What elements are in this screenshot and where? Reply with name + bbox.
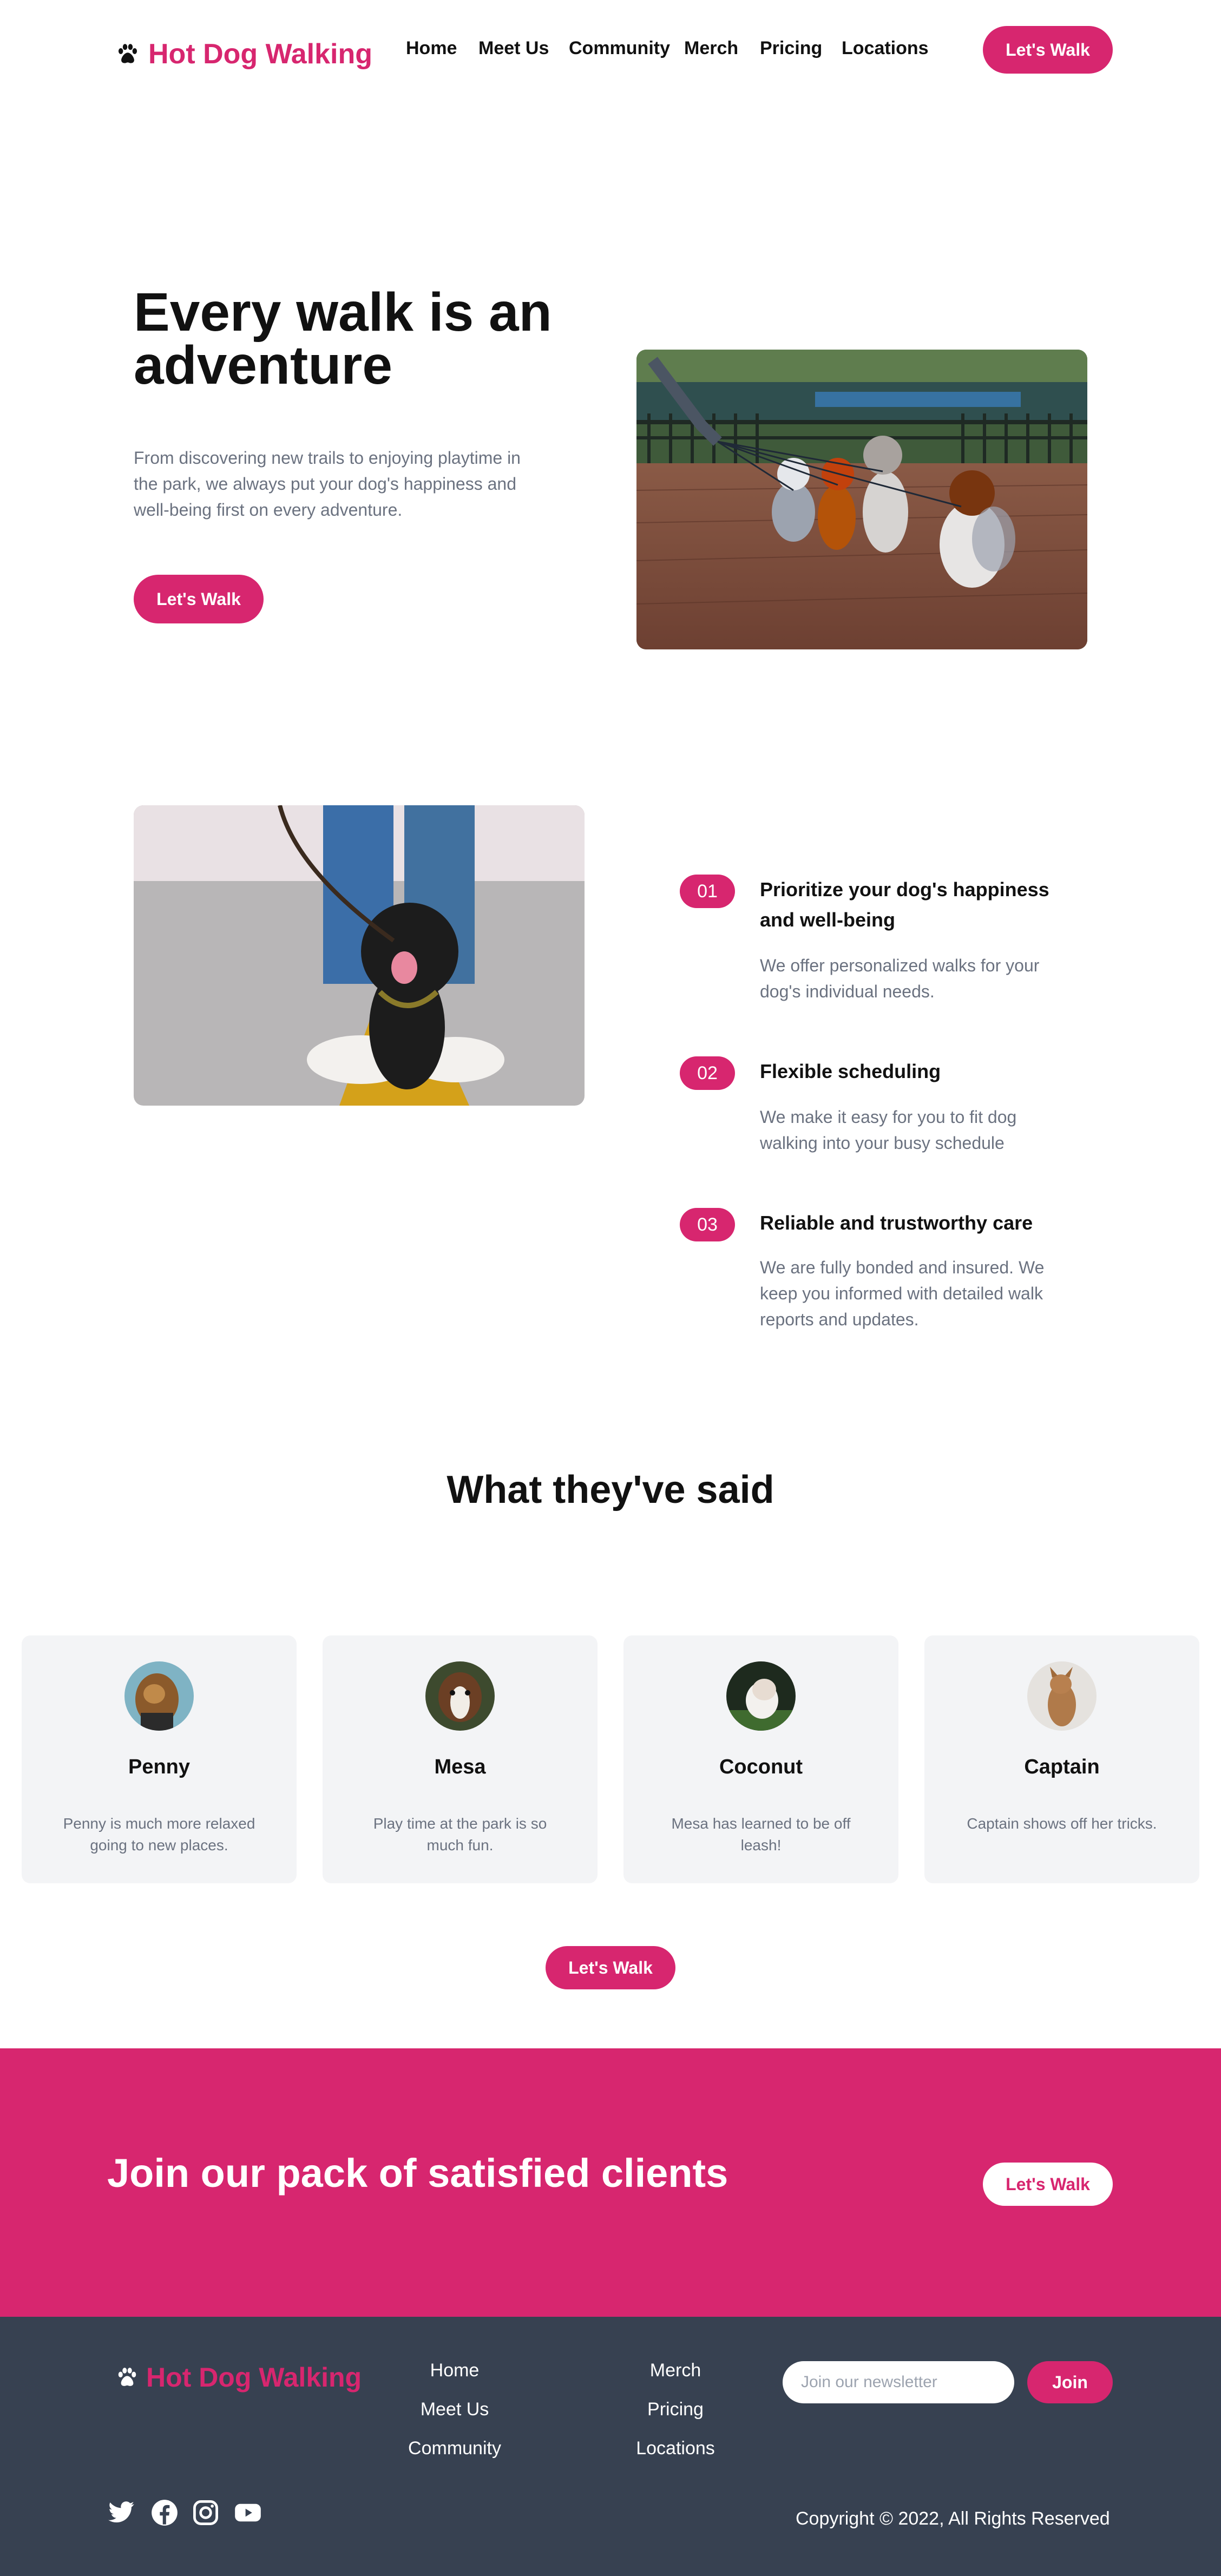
avatar xyxy=(425,1661,495,1731)
hero-text: From discovering new trails to enjoying … xyxy=(134,448,521,520)
brand-logo[interactable]: Hot Dog Walking xyxy=(116,36,372,73)
newsletter-join-button[interactable]: Join xyxy=(1027,2361,1113,2403)
hero-title: Every walk is an adventure xyxy=(134,282,552,396)
pug-walk-photo xyxy=(134,805,585,1106)
testimonial-name: Captain xyxy=(1024,1756,1100,1778)
feature-title: Reliable and trustworthy care xyxy=(760,1212,1033,1234)
avatar xyxy=(726,1661,796,1731)
instagram-icon[interactable] xyxy=(192,2499,220,2527)
footer-link-community[interactable]: Community xyxy=(373,2438,536,2459)
cta-band: Join our pack of satisfied clients Let's… xyxy=(0,2048,1221,2317)
testimonial-quote: Play time at the park is so much fun. xyxy=(373,1815,547,1854)
feature-title: Prioritize your dog's happiness and well… xyxy=(760,878,1049,931)
cta-title: Join our pack of satisfied clients xyxy=(107,2151,728,2196)
cta-lets-walk-button[interactable]: Let's Walk xyxy=(983,2163,1113,2206)
footer-link-merch[interactable]: Merch xyxy=(594,2360,757,2381)
testimonial-card: Captain Captain shows off her tricks. xyxy=(924,1635,1199,1883)
nav-community[interactable]: Community xyxy=(569,38,670,59)
feature-text: We make it easy for you to fit dog walki… xyxy=(760,1107,1017,1153)
copyright-text: Copyright © 2022, All Rights Reserved xyxy=(796,2508,1110,2529)
footer-link-pricing[interactable]: Pricing xyxy=(594,2399,757,2420)
testimonial-name: Mesa xyxy=(434,1756,486,1778)
brand-name: Hot Dog Walking xyxy=(148,38,373,70)
paw-icon xyxy=(118,44,137,63)
footer-brand-logo[interactable]: Hot Dog Walking xyxy=(116,2361,362,2394)
feature-number-badge: 01 xyxy=(680,875,735,908)
feature-text: We offer personalized walks for your dog… xyxy=(760,956,1040,1001)
testimonial-card: Penny Penny is much more relaxed going t… xyxy=(22,1635,297,1883)
feature-number-badge: 02 xyxy=(680,1056,735,1090)
testimonials-lets-walk-button[interactable]: Let's Walk xyxy=(546,1946,675,1989)
footer-brand-name: Hot Dog Walking xyxy=(146,2362,362,2393)
testimonial-card: Mesa Play time at the park is so much fu… xyxy=(323,1635,598,1883)
avatar xyxy=(1027,1661,1097,1731)
feature-title: Flexible scheduling xyxy=(760,1060,941,1082)
footer-link-home[interactable]: Home xyxy=(373,2360,536,2381)
testimonial-quote: Penny is much more relaxed going to new … xyxy=(63,1815,255,1854)
avatar xyxy=(124,1661,194,1731)
nav-locations[interactable]: Locations xyxy=(842,38,929,59)
footer-link-meet-us[interactable]: Meet Us xyxy=(373,2399,536,2420)
header-lets-walk-button[interactable]: Let's Walk xyxy=(983,26,1113,74)
dogs-group-photo xyxy=(636,350,1087,649)
nav-pricing[interactable]: Pricing xyxy=(760,38,822,59)
testimonial-name: Coconut xyxy=(719,1756,803,1778)
testimonials-title: What they've said xyxy=(447,1468,774,1512)
footer-link-locations[interactable]: Locations xyxy=(594,2438,757,2459)
testimonial-card: Coconut Mesa has learned to be off leash… xyxy=(623,1635,898,1883)
feature-number-badge: 03 xyxy=(680,1208,735,1241)
hero-lets-walk-button[interactable]: Let's Walk xyxy=(134,575,264,623)
twitter-icon[interactable] xyxy=(107,2499,135,2527)
facebook-icon[interactable] xyxy=(150,2499,179,2527)
youtube-icon[interactable] xyxy=(234,2499,262,2527)
newsletter-input[interactable] xyxy=(783,2361,1014,2403)
nav-meet-us[interactable]: Meet Us xyxy=(478,38,549,59)
testimonial-quote: Mesa has learned to be off leash! xyxy=(671,1815,851,1854)
nav-home[interactable]: Home xyxy=(406,38,457,59)
feature-text: We are fully bonded and insured. We keep… xyxy=(760,1258,1045,1329)
paw-icon xyxy=(118,2368,136,2386)
testimonial-quote: Captain shows off her tricks. xyxy=(967,1815,1157,1832)
nav-merch[interactable]: Merch xyxy=(684,38,738,59)
site-footer: Hot Dog Walking Home Meet Us Community M… xyxy=(0,2317,1221,2576)
testimonial-name: Penny xyxy=(128,1756,191,1778)
